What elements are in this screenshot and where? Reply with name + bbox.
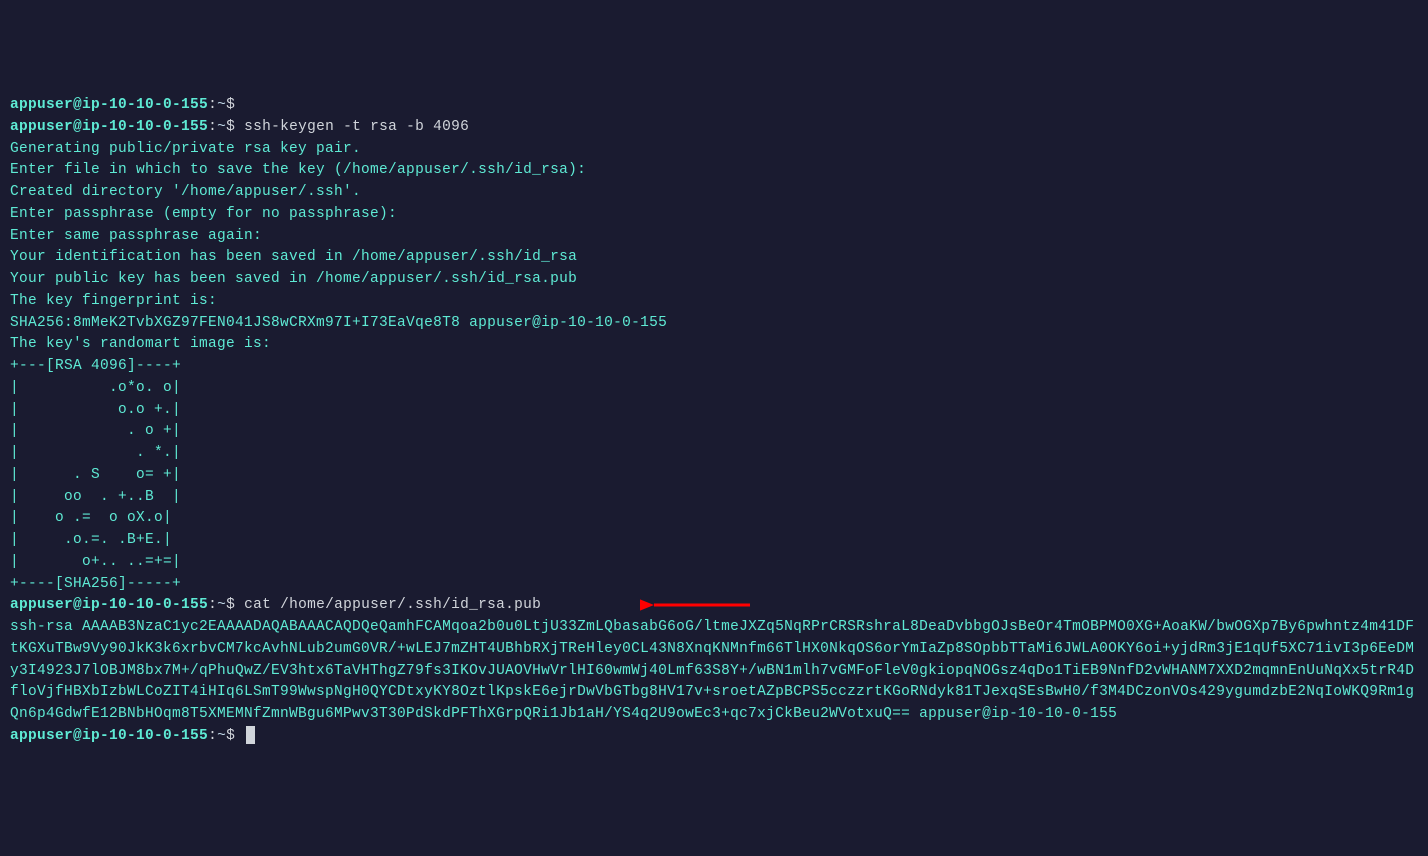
randomart-line: +---[RSA 4096]----+ — [10, 356, 1418, 378]
randomart-line: | o+.. ..=+=| — [10, 552, 1418, 574]
arrow-annotation-icon — [640, 594, 760, 616]
output-line: The key fingerprint is: — [10, 291, 1418, 313]
prompt-path: ~ — [217, 119, 226, 135]
randomart-line: | . *.| — [10, 443, 1418, 465]
prompt-dollar: $ — [226, 597, 235, 613]
output-line: Enter same passphrase again: — [10, 226, 1418, 248]
terminal-line: appuser@ip-10-10-0-155:~$ — [10, 95, 1418, 117]
randomart-line: | .o*o. o| — [10, 378, 1418, 400]
randomart-line: | . S o= +| — [10, 465, 1418, 487]
prompt-colon: : — [208, 728, 217, 744]
prompt-path: ~ — [217, 97, 226, 113]
output-line: Your identification has been saved in /h… — [10, 247, 1418, 269]
prompt-host: ip-10-10-0-155 — [82, 728, 208, 744]
prompt-at: @ — [73, 119, 82, 135]
prompt-at: @ — [73, 597, 82, 613]
output-line: Generating public/private rsa key pair. — [10, 139, 1418, 161]
prompt-colon: : — [208, 597, 217, 613]
randomart-line: | .o.=. .B+E.| — [10, 530, 1418, 552]
output-line: Your public key has been saved in /home/… — [10, 269, 1418, 291]
prompt-at: @ — [73, 97, 82, 113]
prompt-at: @ — [73, 728, 82, 744]
prompt-colon: : — [208, 119, 217, 135]
terminal-line: appuser@ip-10-10-0-155:~$ ssh-keygen -t … — [10, 117, 1418, 139]
terminal-output[interactable]: appuser@ip-10-10-0-155:~$appuser@ip-10-1… — [10, 95, 1418, 748]
prompt-user: appuser — [10, 119, 73, 135]
prompt-dollar: $ — [226, 119, 235, 135]
prompt-user: appuser — [10, 728, 73, 744]
output-line: Enter file in which to save the key (/ho… — [10, 160, 1418, 182]
prompt-path: ~ — [217, 597, 226, 613]
randomart-line: | o.o +.| — [10, 400, 1418, 422]
command-text: cat /home/appuser/.ssh/id_rsa.pub — [244, 597, 541, 613]
output-line: Created directory '/home/appuser/.ssh'. — [10, 182, 1418, 204]
prompt-user: appuser — [10, 597, 73, 613]
command-text: ssh-keygen -t rsa -b 4096 — [244, 119, 469, 135]
cursor-icon — [246, 726, 255, 744]
terminal-line: appuser@ip-10-10-0-155:~$ cat /home/appu… — [10, 595, 1418, 617]
prompt-colon: : — [208, 97, 217, 113]
output-line: Enter passphrase (empty for no passphras… — [10, 204, 1418, 226]
prompt-dollar: $ — [226, 728, 235, 744]
randomart-line: | o .= o oX.o| — [10, 508, 1418, 530]
output-line: SHA256:8mMeK2TvbXGZ97FEN041JS8wCRXm97I+I… — [10, 313, 1418, 335]
randomart-line: | oo . +..B | — [10, 487, 1418, 509]
pubkey-output: ssh-rsa AAAAB3NzaC1yc2EAAAADAQABAAACAQDQ… — [10, 617, 1418, 726]
prompt-user: appuser — [10, 97, 73, 113]
randomart-line: | . o +| — [10, 421, 1418, 443]
prompt-dollar: $ — [226, 97, 235, 113]
prompt-host: ip-10-10-0-155 — [82, 597, 208, 613]
prompt-host: ip-10-10-0-155 — [82, 97, 208, 113]
prompt-host: ip-10-10-0-155 — [82, 119, 208, 135]
prompt-path: ~ — [217, 728, 226, 744]
output-line: The key's randomart image is: — [10, 334, 1418, 356]
terminal-line: appuser@ip-10-10-0-155:~$ — [10, 726, 1418, 748]
randomart-line: +----[SHA256]-----+ — [10, 574, 1418, 596]
